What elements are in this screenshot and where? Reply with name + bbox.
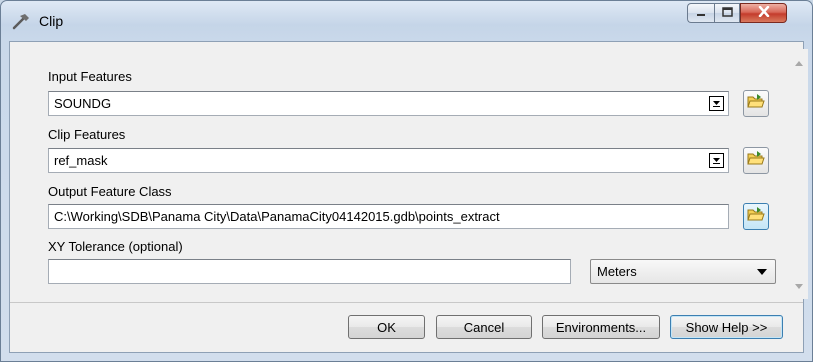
- xy-tolerance-input[interactable]: [48, 259, 571, 284]
- window-title: Clip: [39, 13, 64, 29]
- clip-dialog-window: Clip Input Features SOUNDG Clip Features…: [0, 0, 813, 362]
- ok-button[interactable]: OK: [348, 315, 425, 339]
- clip-features-value: ref_mask: [54, 153, 108, 168]
- divider: [10, 302, 803, 303]
- vertical-scrollbar[interactable]: [791, 49, 808, 299]
- input-features-combo[interactable]: SOUNDG: [48, 91, 729, 116]
- maximize-button[interactable]: [714, 3, 740, 23]
- title-bar[interactable]: Clip: [1, 1, 812, 41]
- clip-features-combo[interactable]: ref_mask: [48, 148, 729, 173]
- xy-tolerance-unit-select[interactable]: Meters: [590, 259, 776, 284]
- input-features-browse-button[interactable]: [743, 90, 769, 117]
- show-help-button[interactable]: Show Help >>: [670, 315, 783, 339]
- clip-features-browse-button[interactable]: [743, 147, 769, 174]
- input-features-label: Input Features: [48, 69, 132, 84]
- minimize-button[interactable]: [687, 3, 714, 23]
- clip-features-label: Clip Features: [48, 127, 126, 142]
- chevron-down-icon: [757, 269, 767, 275]
- scroll-down-arrow-icon[interactable]: [795, 284, 803, 289]
- output-feature-class-input[interactable]: C:\Working\SDB\Panama City\Data\PanamaCi…: [48, 204, 729, 229]
- minimize-icon: [696, 4, 706, 22]
- close-icon: [758, 4, 770, 22]
- scroll-up-arrow-icon[interactable]: [795, 61, 803, 66]
- output-feature-class-browse-button[interactable]: [743, 203, 769, 230]
- xy-tolerance-label: XY Tolerance (optional): [48, 239, 183, 254]
- folder-open-icon: [747, 150, 765, 171]
- environments-button[interactable]: Environments...: [542, 315, 660, 339]
- xy-tolerance-unit-value: Meters: [597, 264, 637, 279]
- chevron-down-icon[interactable]: [709, 153, 724, 168]
- maximize-icon: [721, 4, 733, 22]
- close-button[interactable]: [740, 3, 787, 23]
- cancel-button[interactable]: Cancel: [436, 315, 532, 339]
- output-feature-class-label: Output Feature Class: [48, 184, 172, 199]
- chevron-down-icon[interactable]: [709, 96, 724, 111]
- folder-open-icon: [747, 93, 765, 114]
- hammer-icon: [11, 12, 31, 32]
- folder-open-icon: [747, 206, 765, 227]
- input-features-value: SOUNDG: [54, 96, 112, 111]
